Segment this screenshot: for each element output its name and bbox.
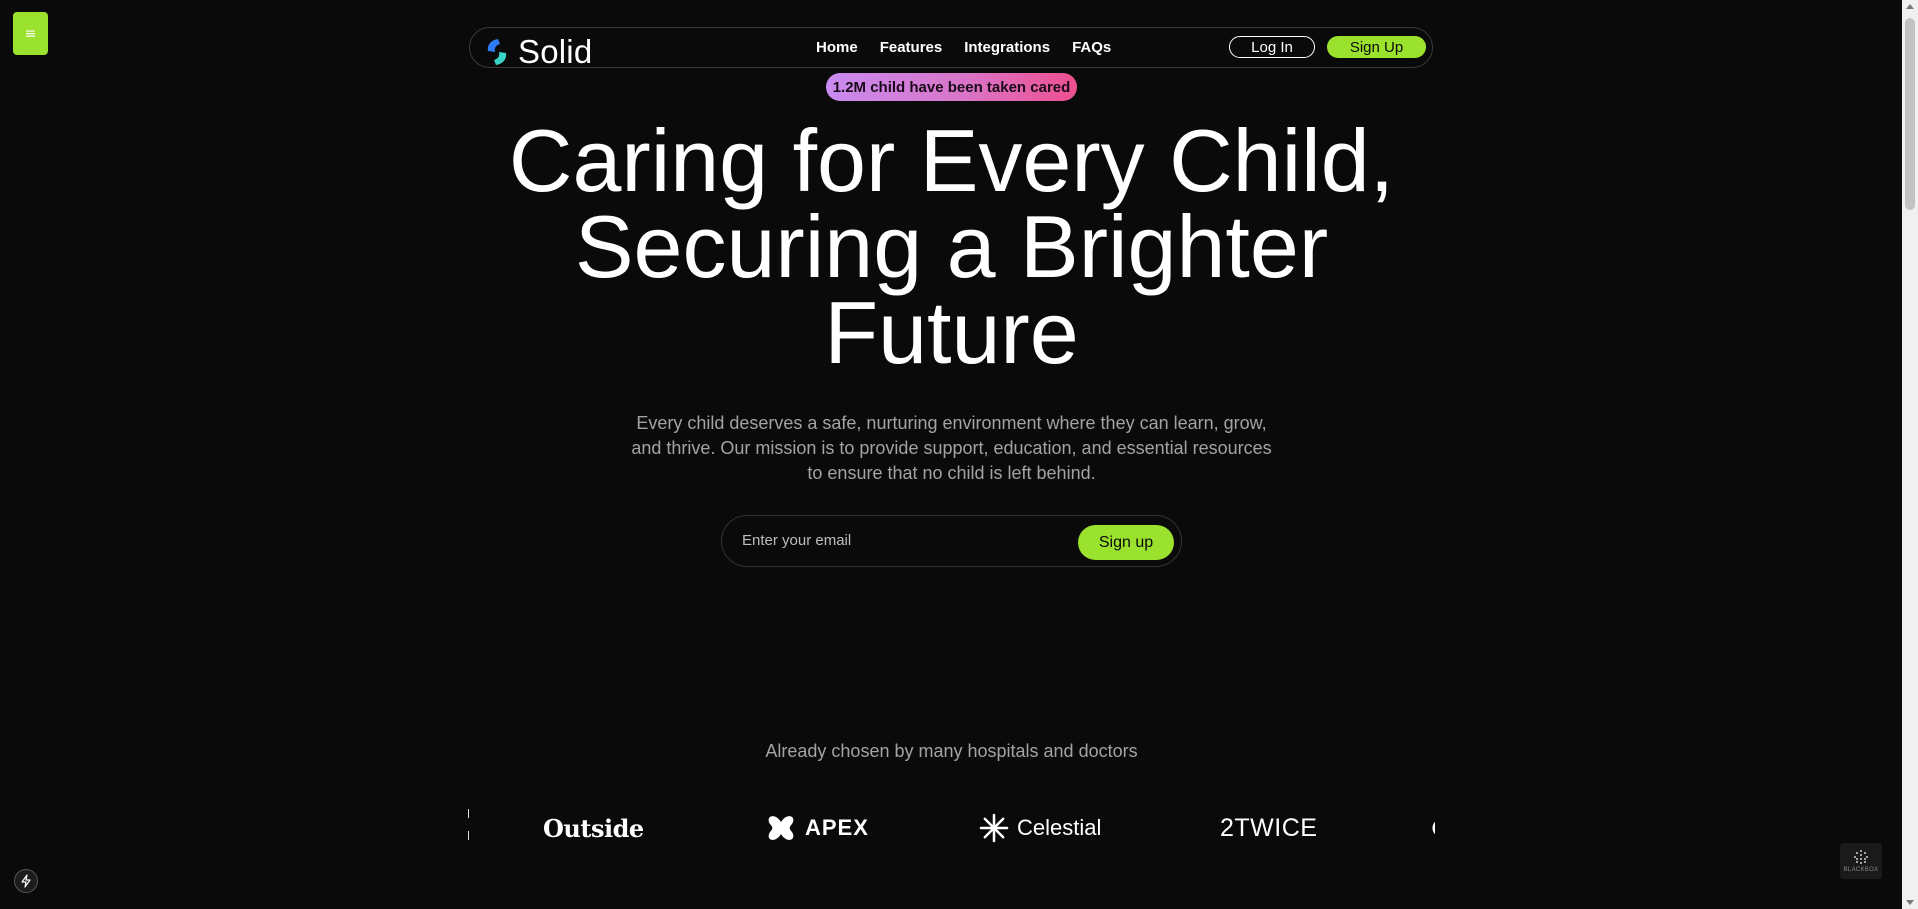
solid-logo-icon [487,39,507,65]
logo-2twice: 2TWICE [1220,810,1317,846]
brand[interactable]: Solid [484,33,592,71]
logo-celestial: Celestial [979,810,1101,846]
brand-name: Solid [518,33,593,70]
carousel-edge-mark [468,809,469,818]
logo-2twice-text: 2TWICE [1220,813,1318,842]
logo-apex: APEX [765,810,869,846]
login-button[interactable]: Log In [1229,36,1315,58]
nav-links: Home Features Integrations FAQs [816,39,1133,56]
email-input[interactable]: Enter your email [742,532,1062,549]
scrollbar-thumb[interactable] [1905,18,1915,210]
logo-outside-text: Outside [543,813,644,843]
lightning-bolt-icon [21,874,31,888]
email-signup-button[interactable]: Sign up [1078,525,1174,560]
nav-link-integrations[interactable]: Integrations [964,39,1050,56]
stats-badge: 1.2M child have been taken cared [826,73,1077,101]
nav-link-faqs[interactable]: FAQs [1072,39,1111,56]
vertical-scrollbar[interactable] [1902,0,1918,909]
trusted-heading: Already chosen by many hospitals and doc… [765,741,1138,761]
celestial-star-icon [979,813,1009,843]
nav-link-home[interactable]: Home [816,39,858,56]
logo-outside: Outside [543,810,644,846]
email-signup-form: Enter your email Sign up [721,515,1182,567]
logo-celestial-text: Celestial [1017,815,1102,840]
partner-logos: Outside APEX Celestial 2TWICE [467,806,1435,850]
nav-link-features[interactable]: Features [880,39,943,56]
logo-partial-clipped [1432,810,1435,846]
bolt-button[interactable] [14,869,38,893]
carousel-edge-mark [468,831,469,840]
menu-button[interactable]: ≡ [13,12,48,55]
hamburger-icon: ≡ [24,25,37,42]
scroll-down-arrow-icon[interactable] [1906,900,1914,905]
hero-title: Caring for Every Child, Securing a Brigh… [508,111,1395,382]
logo-apex-text: APEX [805,815,869,840]
signup-nav-button[interactable]: Sign Up [1327,36,1426,58]
top-navbar: Solid Home Features Integrations FAQs Lo… [469,27,1433,71]
hero-subtitle: Every child deserves a safe, nurturing e… [631,413,1272,483]
partial-logo-icon [1432,821,1435,835]
scroll-up-arrow-icon[interactable] [1906,4,1914,9]
widget-label: BLACKBOX [1843,867,1879,873]
apex-logo-icon [768,816,794,840]
blackbox-cube-icon [1854,850,1868,864]
blackbox-widget[interactable]: BLACKBOX [1840,843,1882,879]
